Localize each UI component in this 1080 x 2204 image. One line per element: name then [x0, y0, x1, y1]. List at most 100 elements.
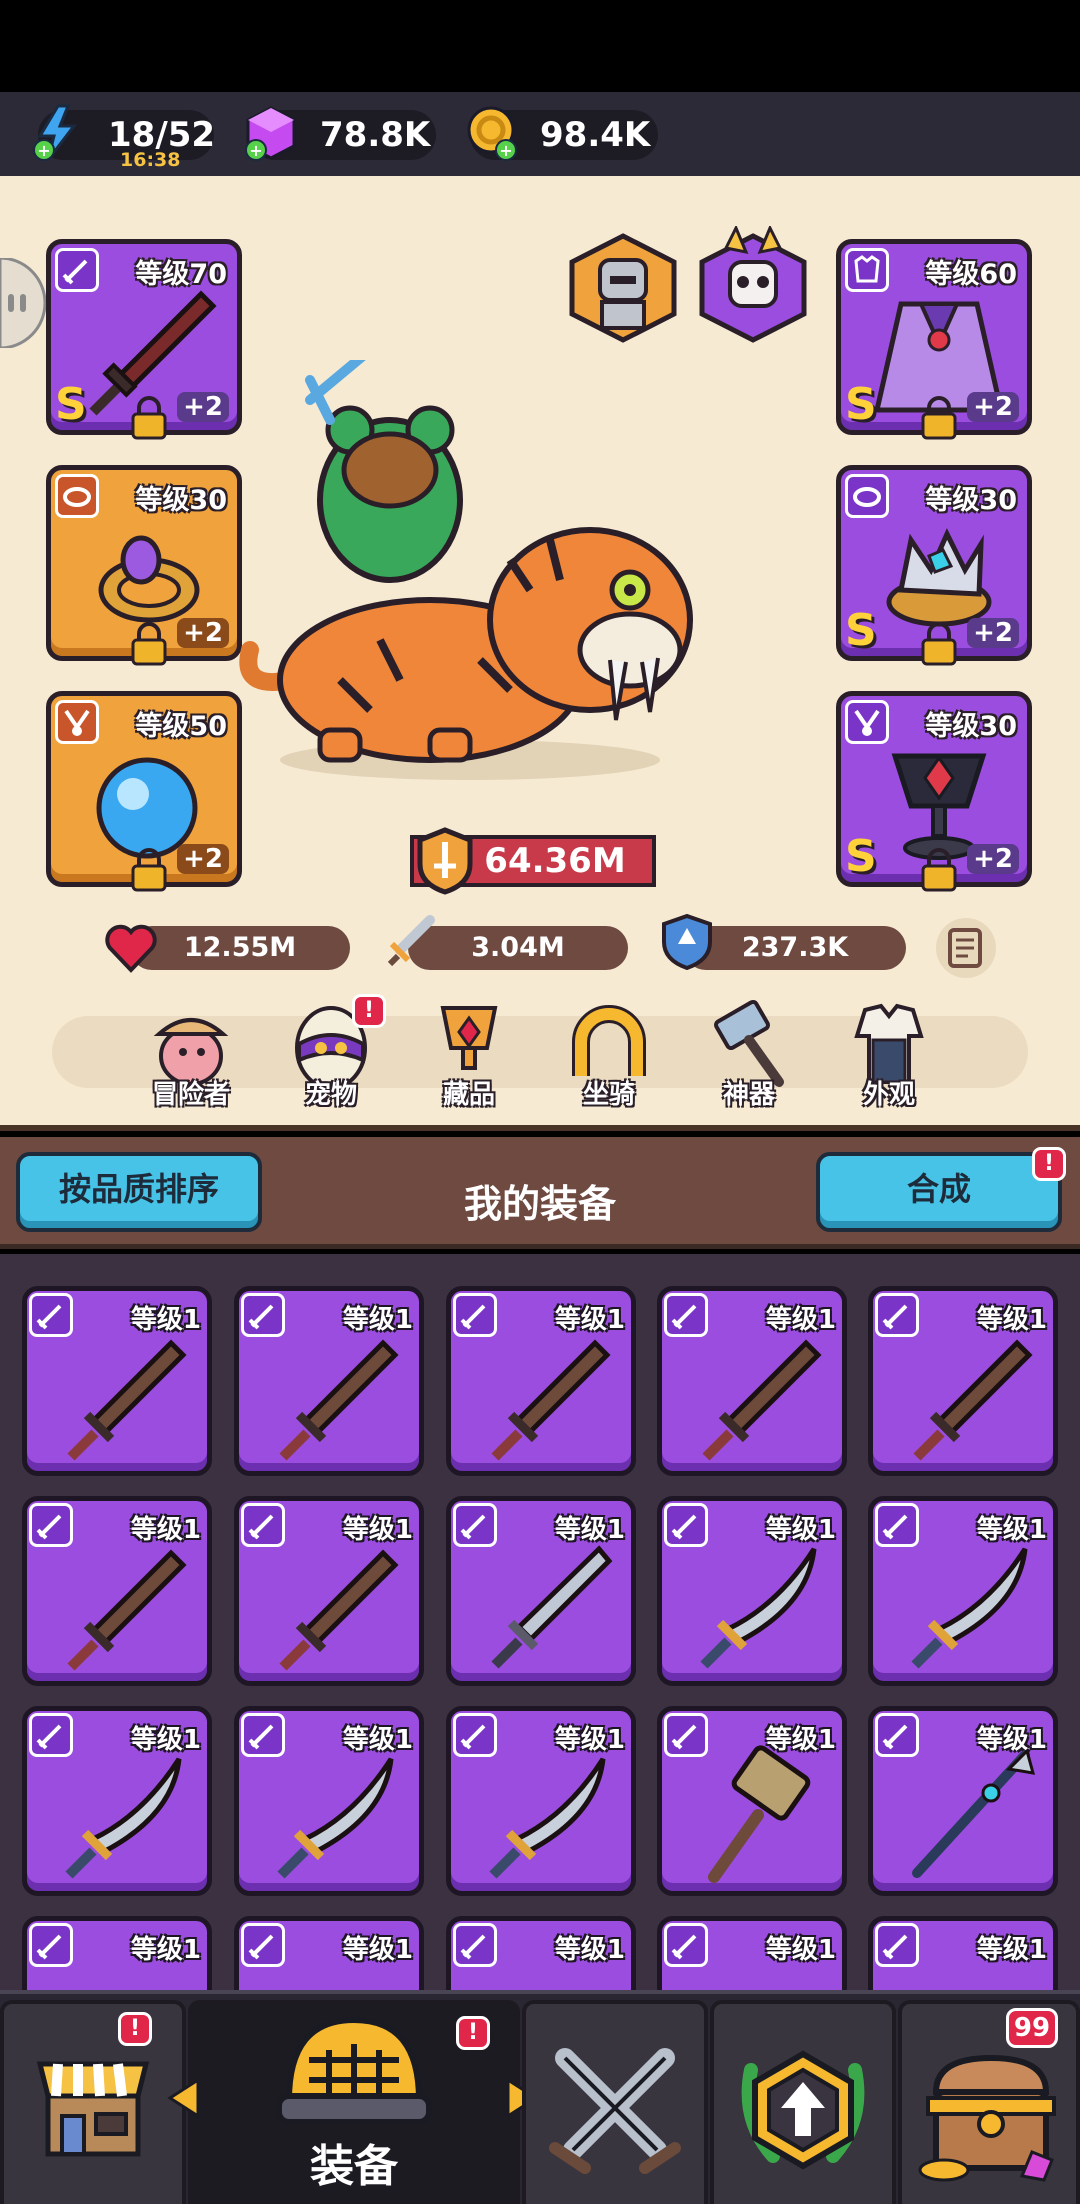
chevron-left-icon[interactable] [166, 2076, 202, 2120]
inventory-item[interactable]: 等级1 [446, 1706, 636, 1896]
inventory-item[interactable]: 等级1 [657, 1706, 847, 1896]
chest-count-badge: 99 [1006, 2008, 1058, 2048]
skull-companion-icon[interactable] [696, 226, 810, 344]
heart-icon [105, 924, 157, 973]
inventory-item[interactable]: 等级1 [22, 1286, 212, 1476]
lightning-icon: + [33, 104, 78, 161]
crossed-swords-icon [549, 2048, 681, 2174]
energy-counter[interactable]: + 18/52 16:38 [33, 104, 215, 170]
treasure-chest-icon [918, 2054, 1056, 2182]
equip-slot-ring[interactable]: 等级30 +2 [46, 465, 242, 666]
inventory-item[interactable]: 等级1 [868, 1496, 1058, 1686]
equip-slot-necklace[interactable]: 等级50 +2 [46, 691, 242, 892]
upgrade-plus: +2 [967, 844, 1019, 874]
hammer-icon [708, 1745, 811, 1883]
nav-mount[interactable]: 坐骑 [554, 996, 664, 1114]
merge-button[interactable]: 合成 [816, 1152, 1062, 1232]
energy-timer: 16:38 [120, 149, 181, 171]
lock-icon [921, 396, 957, 440]
wood-sword-icon [67, 1339, 187, 1461]
wood-sword-icon [702, 1339, 822, 1461]
wood-sword-icon [913, 1339, 1033, 1461]
lock-icon [921, 848, 957, 892]
inventory-item[interactable]: 等级1 [657, 1286, 847, 1476]
rank-letter: S [845, 831, 877, 882]
inventory-item[interactable]: 等级1 [234, 1286, 424, 1476]
upgrade-plus: +2 [177, 392, 229, 422]
inventory-item[interactable]: 等级1 [22, 1496, 212, 1686]
lock-icon [921, 622, 957, 666]
lock-icon [131, 848, 167, 892]
equip-slot-weapon[interactable]: 等级70 S +2 [46, 239, 242, 440]
inventory-item[interactable]: 等级1 [22, 1916, 212, 1990]
bottom-tab-bar: ! 装备 ! 99 [0, 1990, 1080, 2204]
partial-icon [259, 1955, 409, 1990]
inventory-item[interactable]: 等级1 [657, 1496, 847, 1686]
nav-label: 藏品 [442, 1080, 495, 1110]
wood-sword-icon [67, 1549, 187, 1671]
knight-companion-icon[interactable] [566, 232, 680, 344]
rank-letter: S [55, 379, 87, 430]
nav-appearance[interactable]: 外观 [834, 996, 944, 1114]
nav-collection[interactable]: 藏品 [414, 996, 524, 1114]
inventory-grid: 等级1 等级1 等级1 等级1 等级1 等级1 等级1 等级1 等级1 等级1 等级1 等级1 等级1 等… [0, 1254, 1080, 1990]
status-bar [0, 0, 1080, 92]
lock-icon [131, 622, 167, 666]
gold-counter[interactable]: + 98.4K [467, 106, 658, 161]
scimitar-icon [489, 1757, 606, 1879]
equipment-alert-badge: ! [456, 2016, 490, 2050]
spear-icon [912, 1748, 1036, 1878]
inventory-item[interactable]: 等级1 [234, 1496, 424, 1686]
partial-icon [47, 1955, 197, 1990]
equipment-header: 按品质排序 我的装备 合成 ! [0, 1137, 1080, 1249]
rank-letter: S [845, 379, 877, 430]
resource-bar: + 18/52 16:38 + 78.8K + 98.4K [0, 92, 1080, 176]
defense-value: 237.3K [741, 932, 849, 963]
inventory-item[interactable]: 等级1 [446, 1286, 636, 1476]
steel-sword-icon [491, 1545, 613, 1669]
equip-slot-chalice[interactable]: 等级30 S +2 [836, 691, 1032, 892]
upgrade-plus: +2 [177, 618, 229, 648]
inventory-item[interactable]: 等级1 [868, 1706, 1058, 1896]
side-menu-tab[interactable] [0, 258, 48, 348]
svg-text:+: + [37, 141, 50, 160]
scimitar-icon [277, 1757, 394, 1879]
nav-label: 宠物 [304, 1080, 357, 1110]
tab-battle[interactable] [522, 2000, 708, 2204]
inventory-item[interactable]: 等级1 [657, 1916, 847, 1990]
power-shield-icon [417, 827, 473, 895]
gem-value: 78.8K [320, 115, 431, 155]
sword-icon [387, 915, 435, 967]
nav-adventurer[interactable]: 冒险者 [136, 996, 246, 1114]
inventory-item[interactable]: 等级1 [446, 1916, 636, 1990]
tab-upgrade[interactable] [710, 2000, 896, 2204]
nav-artifact[interactable]: 神器 [694, 996, 804, 1114]
details-list-icon[interactable] [934, 916, 998, 980]
inventory-item[interactable]: 等级1 [446, 1496, 636, 1686]
wood-sword-icon [279, 1549, 399, 1671]
scimitar-icon [65, 1757, 182, 1879]
rank-letter: S [845, 605, 877, 656]
helmet-icon [276, 2016, 432, 2125]
wood-sword-icon [491, 1339, 611, 1461]
wood-sword-icon [279, 1339, 399, 1461]
equip-slot-crown[interactable]: 等级30 S +2 [836, 465, 1032, 666]
gem-counter[interactable]: + 78.8K [245, 106, 436, 161]
gold-coin-icon: + [467, 106, 517, 161]
upgrade-plus: +2 [967, 392, 1019, 422]
hero-character [239, 360, 693, 780]
equip-slot-armor[interactable]: 等级60 S +2 [836, 239, 1032, 440]
inventory-item[interactable]: 等级1 [22, 1706, 212, 1896]
shop-icon [36, 2061, 150, 2157]
inventory-item[interactable]: 等级1 [868, 1916, 1058, 1990]
upgrade-plus: +2 [967, 618, 1019, 648]
nav-label: 冒险者 [151, 1080, 230, 1110]
hp-value: 12.55M [183, 932, 297, 963]
hp-stat: 12.55M [130, 926, 350, 970]
attack-value: 3.04M [471, 932, 565, 963]
inventory-item[interactable]: 等级1 [234, 1916, 424, 1990]
combat-power-value: 64.36M [484, 841, 626, 881]
inventory-item[interactable]: 等级1 [868, 1286, 1058, 1476]
inventory-item[interactable]: 等级1 [234, 1706, 424, 1896]
tab-shop[interactable] [0, 2000, 186, 2204]
